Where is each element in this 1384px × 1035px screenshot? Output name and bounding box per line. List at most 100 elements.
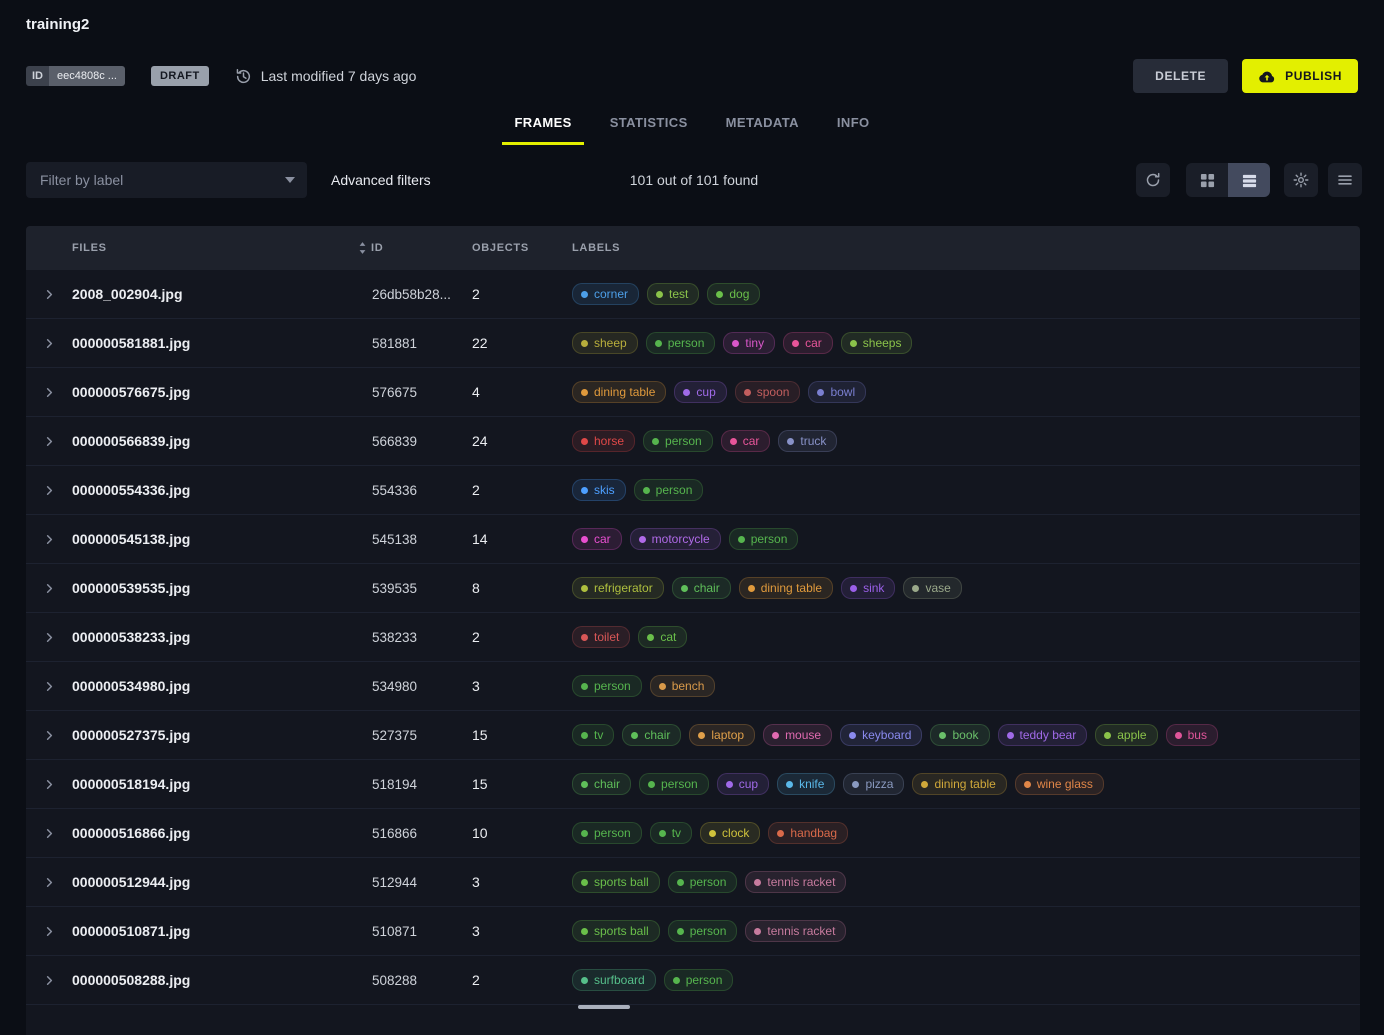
file-name[interactable]: 2008_002904.jpg <box>72 286 372 302</box>
menu-button[interactable] <box>1328 163 1362 197</box>
tab-info[interactable]: INFO <box>825 105 882 145</box>
table-row[interactable]: 000000527375.jpg 527375 15 tvchairlaptop… <box>26 711 1360 760</box>
table-body: 2008_002904.jpg 26db58b28... 2 cornertes… <box>26 270 1360 1005</box>
file-name[interactable]: 000000581881.jpg <box>72 335 372 351</box>
label-chip: car <box>783 332 833 354</box>
objects-count: 24 <box>472 433 572 449</box>
file-name[interactable]: 000000534980.jpg <box>72 678 372 694</box>
expand-chevron-icon[interactable] <box>42 385 57 400</box>
tab-frames[interactable]: FRAMES <box>502 105 583 145</box>
file-name[interactable]: 000000508288.jpg <box>72 972 372 988</box>
label-chip-text: toilet <box>594 630 619 644</box>
publish-button-label: PUBLISH <box>1285 69 1342 83</box>
label-chip: person <box>646 332 716 354</box>
label-chip-text: tennis racket <box>767 875 835 889</box>
file-name[interactable]: 000000512944.jpg <box>72 874 372 890</box>
label-color-dot <box>643 487 650 494</box>
label-chip: tv <box>572 724 614 746</box>
expand-chevron-icon[interactable] <box>42 728 57 743</box>
expand-chevron-icon[interactable] <box>42 777 57 792</box>
label-chip-text: bus <box>1188 728 1207 742</box>
expand-chevron-icon[interactable] <box>42 875 57 890</box>
label-chip-text: tiny <box>745 336 764 350</box>
table-row[interactable]: 000000581881.jpg 581881 22 sheeppersonti… <box>26 319 1360 368</box>
file-name[interactable]: 000000554336.jpg <box>72 482 372 498</box>
label-color-dot <box>732 340 739 347</box>
table-row[interactable]: 000000510871.jpg 510871 3 sports ballper… <box>26 907 1360 956</box>
table-row[interactable]: 000000539535.jpg 539535 8 refrigeratorch… <box>26 564 1360 613</box>
expand-chevron-icon[interactable] <box>42 483 57 498</box>
table-row[interactable]: 2008_002904.jpg 26db58b28... 2 cornertes… <box>26 270 1360 319</box>
expand-chevron-icon[interactable] <box>42 287 57 302</box>
expand-chevron-icon[interactable] <box>42 630 57 645</box>
expand-chevron-icon[interactable] <box>42 532 57 547</box>
settings-icon <box>1293 172 1309 188</box>
file-name[interactable]: 000000545138.jpg <box>72 531 372 547</box>
label-chip: motorcycle <box>630 528 721 550</box>
frame-id: 566839 <box>372 434 472 449</box>
tab-metadata[interactable]: METADATA <box>714 105 811 145</box>
label-chip: sheeps <box>841 332 913 354</box>
horizontal-scrollbar-thumb[interactable] <box>578 1005 630 1009</box>
label-chip-text: tennis racket <box>767 924 835 938</box>
table-row[interactable]: 000000512944.jpg 512944 3 sports ballper… <box>26 858 1360 907</box>
tab-statistics[interactable]: STATISTICS <box>598 105 700 145</box>
frame-id: 26db58b28... <box>372 287 472 302</box>
table-row[interactable]: 000000554336.jpg 554336 2 skisperson <box>26 466 1360 515</box>
label-chip-text: person <box>594 826 631 840</box>
file-name[interactable]: 000000516866.jpg <box>72 825 372 841</box>
table-row[interactable]: 000000534980.jpg 534980 3 personbench <box>26 662 1360 711</box>
label-chip: book <box>930 724 989 746</box>
table-row[interactable]: 000000576675.jpg 576675 4 dining tablecu… <box>26 368 1360 417</box>
file-name[interactable]: 000000538233.jpg <box>72 629 372 645</box>
label-chip-text: cup <box>696 385 715 399</box>
file-name[interactable]: 000000518194.jpg <box>72 776 372 792</box>
objects-count: 14 <box>472 531 572 547</box>
grid-view-button[interactable] <box>1186 163 1228 197</box>
expand-chevron-icon[interactable] <box>42 826 57 841</box>
expand-chevron-icon[interactable] <box>42 924 57 939</box>
label-color-dot <box>792 340 799 347</box>
objects-count: 2 <box>472 972 572 988</box>
label-chip: surfboard <box>572 969 656 991</box>
table-row[interactable]: 000000538233.jpg 538233 2 toiletcat <box>26 613 1360 662</box>
list-view-button[interactable] <box>1228 163 1270 197</box>
label-chip: dog <box>707 283 760 305</box>
table-row[interactable]: 000000518194.jpg 518194 15 chairpersoncu… <box>26 760 1360 809</box>
label-chip-text: person <box>665 434 702 448</box>
label-color-dot <box>850 585 857 592</box>
expand-chevron-icon[interactable] <box>42 973 57 988</box>
delete-button[interactable]: DELETE <box>1133 59 1228 93</box>
file-name[interactable]: 000000510871.jpg <box>72 923 372 939</box>
file-name[interactable]: 000000527375.jpg <box>72 727 372 743</box>
label-chip-text: chair <box>644 728 670 742</box>
label-color-dot <box>817 389 824 396</box>
sort-icon[interactable] <box>358 242 367 254</box>
label-color-dot <box>1175 732 1182 739</box>
labels-list: dining tablecupspoonbowl <box>572 381 1360 403</box>
file-name[interactable]: 000000576675.jpg <box>72 384 372 400</box>
expand-chevron-icon[interactable] <box>42 581 57 596</box>
advanced-filters-link[interactable]: Advanced filters <box>319 164 443 196</box>
label-color-dot <box>681 585 688 592</box>
page-title: training2 <box>26 16 1358 33</box>
file-name[interactable]: 000000539535.jpg <box>72 580 372 596</box>
publish-button[interactable]: PUBLISH <box>1242 59 1358 93</box>
label-color-dot <box>639 536 646 543</box>
column-header-id[interactable]: ID <box>372 242 472 254</box>
expand-chevron-icon[interactable] <box>42 336 57 351</box>
table-row[interactable]: 000000566839.jpg 566839 24 horsepersonca… <box>26 417 1360 466</box>
table-row[interactable]: 000000545138.jpg 545138 14 carmotorcycle… <box>26 515 1360 564</box>
refresh-button[interactable] <box>1136 163 1170 197</box>
table-row[interactable]: 000000508288.jpg 508288 2 surfboardperso… <box>26 956 1360 1005</box>
settings-button[interactable] <box>1284 163 1318 197</box>
label-chip: wine glass <box>1015 773 1104 795</box>
label-chip: person <box>668 920 738 942</box>
expand-chevron-icon[interactable] <box>42 679 57 694</box>
label-filter-select[interactable]: Filter by label <box>26 162 307 198</box>
table-row[interactable]: 000000516866.jpg 516866 10 persontvclock… <box>26 809 1360 858</box>
expand-chevron-icon[interactable] <box>42 434 57 449</box>
cloud-upload-icon <box>1258 70 1276 83</box>
file-name[interactable]: 000000566839.jpg <box>72 433 372 449</box>
label-color-dot <box>1007 732 1014 739</box>
